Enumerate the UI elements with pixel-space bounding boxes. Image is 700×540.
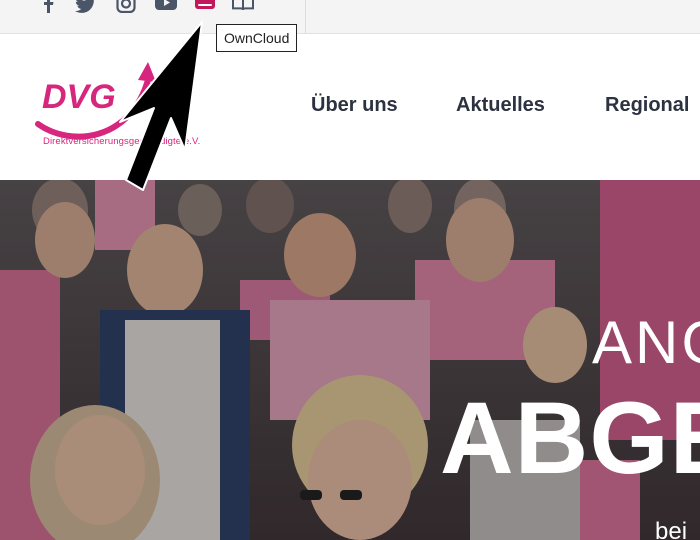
site-header: DVG Direktversicherungsgeschädigte e.V. … bbox=[0, 34, 700, 180]
facebook-icon[interactable] bbox=[36, 0, 60, 14]
hero-banner: ANG ABGE bei bbox=[0, 180, 700, 540]
youtube-icon[interactable] bbox=[154, 0, 178, 14]
nav-item-ueber-uns[interactable]: Über uns bbox=[311, 94, 398, 117]
owncloud-icon[interactable] bbox=[193, 0, 217, 14]
dvg-logo[interactable]: DVG Direktversicherungsgeschädigte e.V. bbox=[30, 52, 220, 164]
social-topbar bbox=[0, 0, 700, 34]
topbar-divider bbox=[305, 0, 306, 34]
instagram-icon[interactable] bbox=[114, 0, 138, 14]
owncloud-tooltip: OwnCloud bbox=[216, 24, 298, 52]
hero-heading-line-2: ABGE bbox=[440, 381, 700, 495]
logo-letters: DVG bbox=[42, 78, 116, 116]
hero-heading-line-1: ANG bbox=[592, 309, 700, 376]
nav-item-aktuelles[interactable]: Aktuelles bbox=[456, 94, 545, 117]
nav-item-regional[interactable]: Regional bbox=[605, 94, 689, 117]
twitter-icon[interactable] bbox=[74, 0, 98, 14]
dvg-logo-mark: DVG bbox=[35, 62, 156, 140]
hero-subtext: bei bbox=[655, 518, 688, 540]
book-icon[interactable] bbox=[231, 0, 255, 14]
logo-tagline: Direktversicherungsgeschädigte e.V. bbox=[43, 136, 201, 147]
